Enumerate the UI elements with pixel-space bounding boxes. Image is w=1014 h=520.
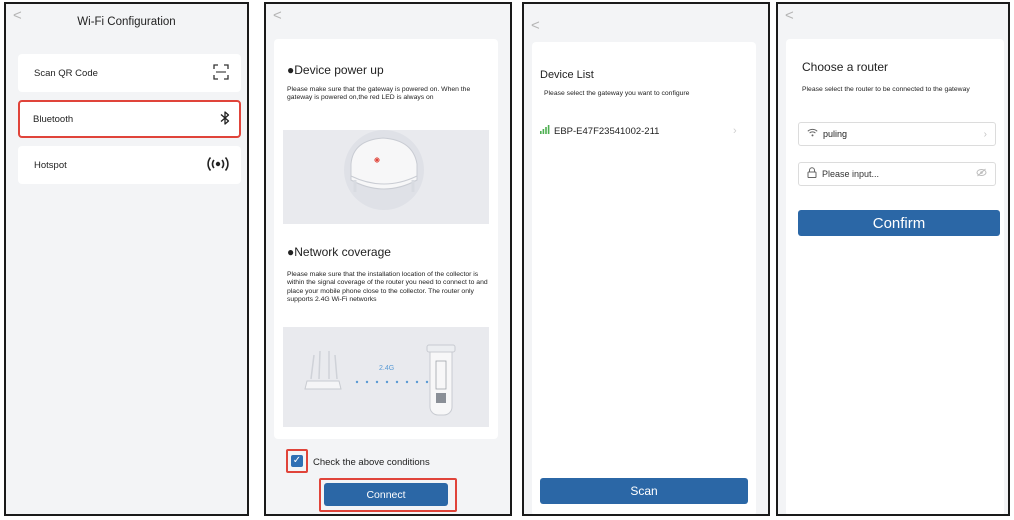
page-title: Device List (540, 69, 594, 81)
back-arrow-icon[interactable]: < (273, 8, 282, 23)
hotspot-icon (207, 156, 229, 175)
page-subtitle: Please select the gateway you want to co… (544, 90, 690, 97)
eye-hidden-icon[interactable] (976, 168, 987, 180)
page-title: Choose a router (802, 60, 889, 74)
back-arrow-icon[interactable]: < (785, 8, 794, 23)
screen-device-list: < Device List Please select the gateway … (522, 2, 770, 516)
password-input[interactable]: Please input... (798, 162, 996, 186)
qr-scan-icon (213, 63, 229, 83)
router-coverage-illustration: 2.4G (283, 327, 489, 427)
password-placeholder: Please input... (822, 169, 880, 179)
hotspot-option[interactable]: Hotspot (18, 146, 241, 184)
scan-qr-code-option[interactable]: Scan QR Code (18, 54, 241, 92)
option-label: Bluetooth (33, 113, 74, 125)
bluetooth-option[interactable]: Bluetooth (18, 100, 241, 138)
collector-graphic (426, 344, 456, 416)
section-title-coverage: ●Network coverage (287, 245, 391, 259)
chevron-right-icon: › (983, 128, 987, 140)
scan-button[interactable]: Scan (540, 478, 748, 504)
wifi-band-label: 2.4G (379, 365, 395, 372)
screen-wifi-configuration: < Wi-Fi Configuration Scan QR Code Bluet… (4, 2, 249, 516)
confirm-conditions-checkbox[interactable]: ✓ (291, 455, 303, 467)
router-graphic (304, 350, 342, 390)
option-label: Scan QR Code (34, 67, 98, 79)
router-form-card (786, 39, 1004, 514)
section-text-coverage: Please make sure that the installation l… (287, 271, 488, 304)
section-text-power: Please make sure that the gateway is pow… (287, 86, 471, 102)
chevron-right-icon: › (733, 125, 737, 137)
screen-choose-router: < Choose a router Please select the rout… (776, 2, 1010, 516)
bluetooth-icon (220, 110, 230, 129)
back-arrow-icon[interactable]: < (531, 18, 540, 33)
gateway-led-illustration (283, 130, 489, 224)
page-subtitle: Please select the router to be connected… (802, 86, 970, 93)
wifi-icon (807, 128, 818, 140)
checkbox-label: Check the above conditions (313, 457, 430, 468)
connect-button[interactable]: Connect (324, 483, 448, 506)
signal-strength-icon (540, 125, 550, 137)
router-ssid-select[interactable]: puling › (798, 122, 996, 146)
device-list-item[interactable]: EBP-E47F23541002-211 (540, 125, 659, 137)
option-label: Hotspot (34, 159, 67, 171)
screen-device-check: < ●Device power up Please make sure that… (264, 2, 512, 516)
lock-icon (807, 167, 817, 181)
page-title: Wi-Fi Configuration (77, 16, 176, 28)
device-list-card (532, 42, 756, 514)
confirm-button[interactable]: Confirm (798, 210, 1000, 236)
device-name: EBP-E47F23541002-211 (554, 125, 660, 137)
ssid-value: puling (823, 129, 848, 139)
section-title-power: ●Device power up (287, 63, 384, 77)
